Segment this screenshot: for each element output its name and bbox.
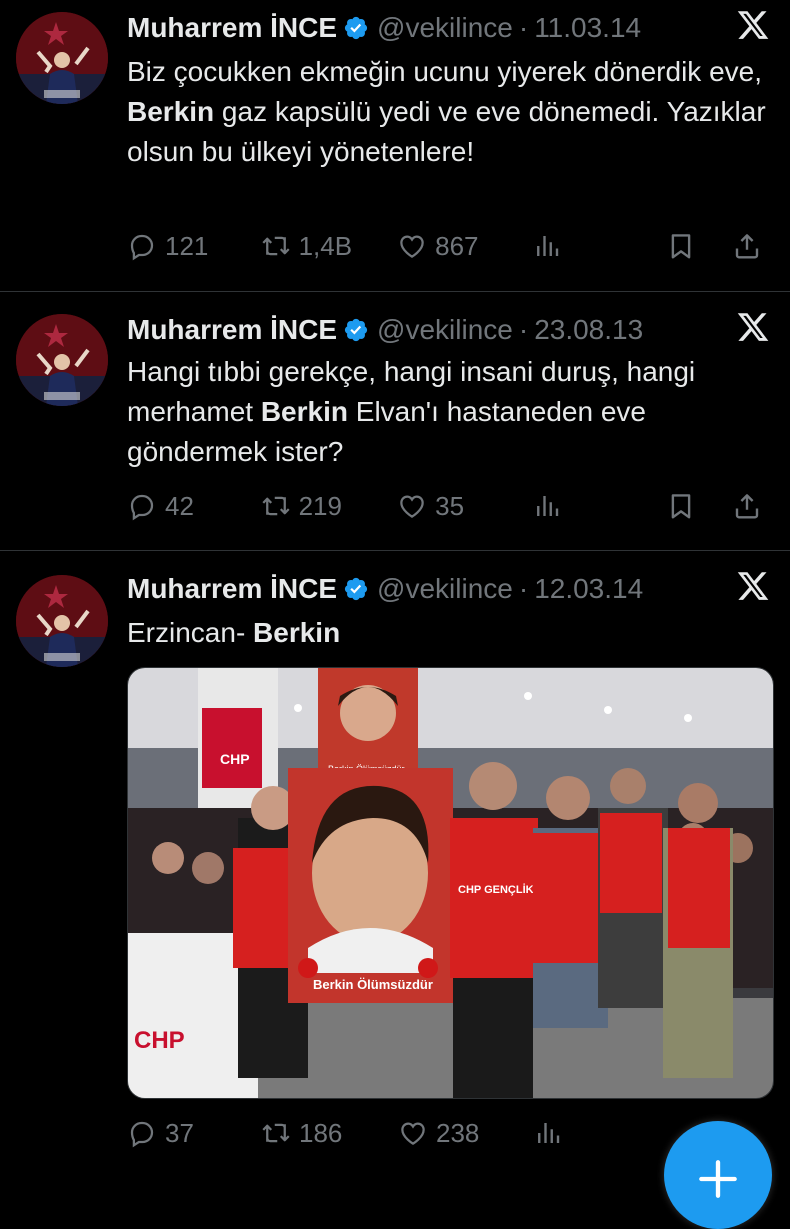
author-handle[interactable]: @vekilince	[377, 573, 513, 605]
heart-icon	[397, 231, 427, 261]
retweet-button[interactable]: 1,4B	[261, 231, 398, 262]
heart-icon	[398, 1118, 428, 1148]
bookmark-icon	[666, 231, 696, 261]
reply-button[interactable]: 42	[127, 491, 261, 522]
retweet-count: 186	[299, 1117, 343, 1148]
avatar[interactable]	[16, 575, 108, 667]
reply-button[interactable]: 121	[127, 231, 261, 262]
tweet-text: Erzincan- Berkin	[127, 613, 768, 653]
views-button[interactable]	[532, 231, 667, 261]
author-name[interactable]: Muharrem İNCE	[127, 573, 337, 605]
reply-count: 42	[165, 490, 194, 521]
banner-text: CHP	[134, 1027, 185, 1054]
tweet-photo[interactable]: CHP CHP Berkin Ölümsüzdür Berkin Ölümsüz…	[127, 667, 774, 1099]
share-icon	[732, 491, 762, 521]
tweet-date[interactable]: 11.03.14	[534, 12, 641, 44]
like-button[interactable]: 238	[398, 1118, 533, 1149]
share-button[interactable]	[732, 231, 770, 261]
x-logo-icon	[736, 310, 770, 344]
share-icon	[732, 231, 762, 261]
action-bar: 121 1,4B 867	[127, 226, 770, 266]
tweet-header: Muharrem İNCE @vekilince · 11.03.14	[127, 10, 768, 46]
heart-icon	[397, 491, 427, 521]
separator-dot: ·	[518, 12, 529, 43]
author-handle[interactable]: @vekilince	[377, 12, 513, 44]
tweet-date[interactable]: 23.08.13	[534, 314, 643, 346]
retweet-icon	[261, 491, 291, 521]
bookmark-button[interactable]	[666, 491, 732, 521]
tweet-text-part: Erzincan-	[127, 617, 254, 648]
compose-button[interactable]	[664, 1121, 772, 1229]
author-name[interactable]: Muharrem İNCE	[127, 12, 337, 44]
verified-badge-icon	[343, 576, 369, 602]
tweet-header: Muharrem İNCE @vekilince · 12.03.14	[127, 571, 768, 607]
verified-badge-icon	[343, 15, 369, 41]
views-button[interactable]	[532, 491, 667, 521]
reply-icon	[127, 491, 157, 521]
retweet-icon	[261, 231, 291, 261]
retweet-button[interactable]: 219	[261, 491, 398, 522]
tweet-text: Biz çocukken ekmeğin ucunu yiyerek döner…	[127, 52, 768, 172]
tweet[interactable]: Muharrem İNCE @vekilince · 11.03.14 Biz …	[0, 0, 790, 292]
author-handle[interactable]: @vekilince	[377, 314, 513, 346]
bookmark-icon	[666, 491, 696, 521]
reply-count: 37	[165, 1117, 194, 1148]
tweet-text-highlight: Berkin	[253, 617, 341, 648]
like-count: 35	[435, 490, 465, 521]
retweet-button[interactable]: 186	[261, 1118, 398, 1149]
avatar[interactable]	[16, 314, 108, 406]
like-count: 867	[435, 230, 479, 261]
tweet-text-highlight: Berkin	[260, 396, 348, 427]
separator-dot: ·	[518, 314, 529, 345]
reply-icon	[127, 231, 157, 261]
tweet-date[interactable]: 12.03.14	[534, 573, 643, 605]
tweet-header: Muharrem İNCE @vekilince · 23.08.13	[127, 312, 768, 348]
separator-dot: ·	[518, 573, 529, 604]
tweet-text-part: gaz kapsülü yedi ve eve dönemedi. Yazıkl…	[127, 96, 766, 167]
tweet-text-part: Biz çocukken ekmeğin ucunu yiyerek döner…	[127, 56, 763, 87]
x-logo-icon	[736, 8, 770, 42]
verified-badge-icon	[343, 317, 369, 343]
reply-button[interactable]: 37	[127, 1118, 261, 1149]
like-count: 238	[436, 1117, 480, 1148]
author-name[interactable]: Muharrem İNCE	[127, 314, 337, 346]
plus-icon	[699, 1160, 737, 1198]
avatar[interactable]	[16, 12, 108, 104]
views-button[interactable]	[533, 1118, 668, 1148]
retweet-count: 219	[298, 490, 342, 521]
bookmark-button[interactable]	[666, 231, 732, 261]
views-icon	[532, 491, 562, 521]
x-logo-icon	[736, 569, 770, 603]
tweet-text: Hangi tıbbi gerekçe, hangi insani duruş,…	[127, 352, 768, 472]
views-icon	[532, 231, 562, 261]
action-bar: 42 219 35	[127, 486, 770, 526]
tweet[interactable]: Muharrem İNCE @vekilince · 23.08.13 Hang…	[0, 292, 790, 551]
retweet-count: 1,4B	[298, 230, 353, 261]
reply-icon	[127, 1118, 157, 1148]
flag-text: CHP	[220, 751, 250, 767]
chp-flag	[202, 708, 262, 788]
tweet-text-highlight: Berkin	[127, 96, 215, 127]
like-button[interactable]: 35	[397, 491, 532, 522]
like-button[interactable]: 867	[397, 231, 532, 262]
poster-caption: Berkin Ölümsüzdür	[313, 977, 433, 992]
share-button[interactable]	[732, 491, 770, 521]
retweet-icon	[261, 1118, 291, 1148]
reply-count: 121	[165, 230, 209, 261]
views-icon	[533, 1118, 563, 1148]
